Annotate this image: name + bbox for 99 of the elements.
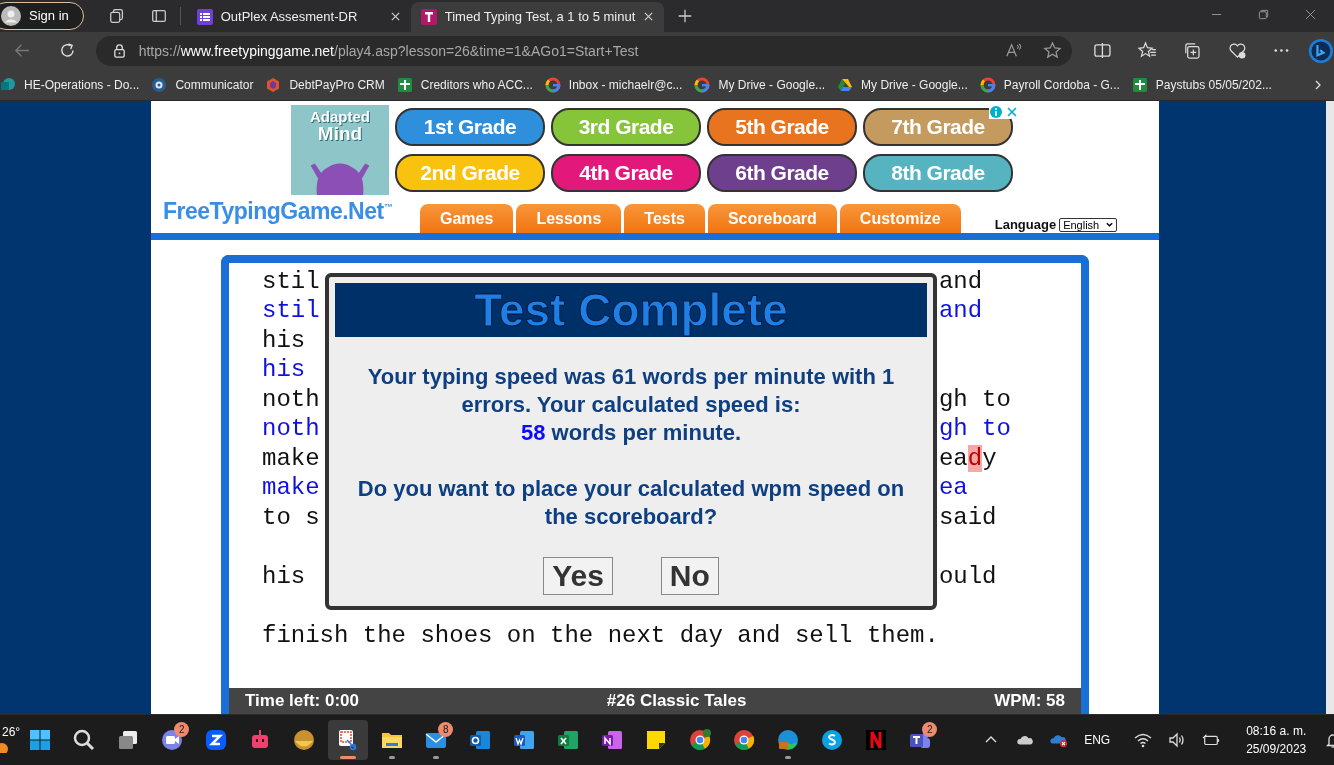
taskbar-app[interactable] — [328, 720, 369, 761]
bookmark-label: My Drive - Google... — [718, 77, 826, 92]
split-screen-icon[interactable] — [1093, 41, 1112, 61]
browser-tab[interactable]: Timed Typing Test, a 1 to 5 minut — [410, 1, 665, 32]
browser-tab[interactable]: OutPlex Assesment-DR — [186, 1, 411, 32]
text-line: noth — [262, 384, 320, 415]
address-field[interactable]: https://www.freetypinggame.net/play4.asp?lesson=26&time=1&AGo1=Start+Test — [95, 35, 1073, 66]
lock-icon — [111, 43, 127, 59]
sheets-icon — [396, 76, 413, 93]
text-line: and — [938, 266, 983, 297]
info-icon[interactable] — [989, 104, 1003, 119]
google-icon — [694, 76, 711, 93]
skype-icon[interactable] — [820, 728, 845, 753]
clock-time: 08:16 a. m. — [1246, 723, 1307, 741]
brand-text: Adapted — [310, 108, 370, 124]
url-text: https://www.freetypinggame.net/play4.asp?lesson=26&time=1&AGo1=Start+Test — [138, 42, 639, 59]
caret-icon — [1105, 220, 1115, 230]
heart-icon[interactable] — [1227, 41, 1247, 61]
cloud-error-icon[interactable] — [1050, 732, 1069, 749]
close-icon[interactable] — [1305, 8, 1316, 20]
text-line: gh to — [938, 414, 1011, 444]
disc-icon — [151, 76, 168, 93]
text-line: ea — [938, 473, 968, 503]
video-call-icon[interactable] — [204, 728, 229, 753]
text-line: to s — [262, 502, 320, 533]
tab-title: OutPlex Assesment-DR — [220, 9, 359, 25]
text-line: said — [938, 502, 997, 533]
text-line: and — [938, 296, 983, 326]
restore-icon[interactable] — [1258, 8, 1269, 20]
language-select[interactable]: English — [1059, 217, 1118, 232]
bookmark-label: HE-Operations - Do... — [24, 77, 140, 92]
chrome-icon[interactable] — [688, 728, 713, 753]
text-line: gh to — [938, 384, 1011, 415]
wifi-icon[interactable] — [1134, 732, 1153, 749]
site-logo[interactable]: FreeTypingGame.Net$^{™}$ — [151, 198, 420, 226]
volume-icon[interactable] — [1168, 732, 1187, 749]
time-left: Time left: 0:00 — [245, 691, 359, 712]
taskbar-app[interactable]: 2 — [900, 720, 941, 761]
clock[interactable]: 08:16 a. m. 25/09/2023 — [1246, 722, 1307, 759]
start-icon[interactable] — [28, 728, 53, 753]
text-line: his — [262, 561, 306, 592]
dialog-title: Test Complete — [474, 282, 788, 337]
google-icon — [979, 76, 996, 93]
text-line: his — [262, 355, 306, 385]
text-line: his — [262, 325, 306, 356]
avatar-icon — [1, 5, 21, 26]
bookmark-label: Creditors who ACC... — [420, 77, 533, 92]
text-line: make — [262, 443, 320, 474]
bookmark-label: DebtPayPro CRM — [289, 77, 385, 92]
drive-icon — [837, 76, 854, 93]
grade-button[interactable]: 4th Grade — [551, 154, 701, 193]
text-line: finish the shoes on the next day and sell them. — [262, 620, 939, 651]
bookmark-label: Inbox - michaelr@c... — [568, 77, 683, 92]
star-icon[interactable] — [1043, 41, 1063, 61]
result-message: Your typing speed was 61 words per minute with 1 errors. Your calculated speed is: 58 words per minute. — [366, 362, 896, 447]
bookmark-label: My Drive - Google... — [861, 77, 968, 92]
text-line: make — [262, 473, 320, 503]
copilot-icon[interactable] — [1308, 37, 1334, 64]
wpm-reading: WPM: 58 — [994, 691, 1065, 712]
text-line: eady — [938, 443, 997, 474]
taskbar-app[interactable]: 2 — [152, 720, 193, 761]
edge-icon[interactable] — [776, 728, 801, 753]
grade-button[interactable]: 6th Grade — [707, 154, 857, 193]
bookmark-label: Paystubs 05/05/202... — [1155, 77, 1272, 92]
google-icon — [544, 76, 561, 93]
text-line: stil — [262, 266, 320, 297]
lesson-title: #26 Classic Tales — [606, 691, 747, 712]
taskbar-app[interactable]: 8 — [416, 720, 457, 761]
sheets-icon — [1131, 76, 1148, 93]
notification-badge: 2 — [922, 722, 938, 738]
favorites-icon[interactable] — [1137, 41, 1157, 61]
tab-title: Timed Typing Test, a 1 to 5 minut — [444, 9, 636, 25]
list-icon — [196, 8, 213, 25]
close-icon[interactable] — [643, 11, 655, 23]
text-line: stil — [262, 296, 320, 326]
language-label: Language — [994, 217, 1057, 233]
close-icon[interactable] — [389, 11, 401, 23]
temperature[interactable]: 26° — [2, 725, 21, 740]
notification-badge: 8 — [438, 722, 454, 738]
answer-button[interactable]: Yes — [543, 556, 613, 595]
hexagon-icon — [265, 76, 282, 93]
workspaces-icon[interactable] — [107, 6, 126, 25]
dialog-question: Do you want to place your calculated wpm speed on the scoreboard? — [356, 474, 906, 531]
netflix-icon[interactable] — [864, 728, 889, 753]
notification-badge: 2 — [174, 722, 190, 738]
chrome-icon[interactable] — [732, 728, 757, 753]
sign-in-button[interactable]: Sign in — [0, 1, 84, 30]
text-line: noth — [262, 414, 320, 444]
clock-date: 25/09/2023 — [1246, 741, 1307, 759]
language-indicator[interactable]: ENG — [1084, 733, 1111, 748]
scrollbar[interactable] — [1326, 100, 1334, 715]
sharepoint-icon — [0, 76, 16, 93]
collections-icon[interactable] — [1182, 41, 1202, 61]
text-line: ould — [938, 561, 997, 592]
bookmark-label: Payroll Cordoba - G... — [1003, 77, 1120, 92]
answer-button[interactable]: No — [660, 556, 719, 595]
site-icon — [420, 8, 437, 25]
search-icon[interactable] — [72, 728, 97, 753]
bookmark-label: Communicator — [175, 77, 254, 92]
